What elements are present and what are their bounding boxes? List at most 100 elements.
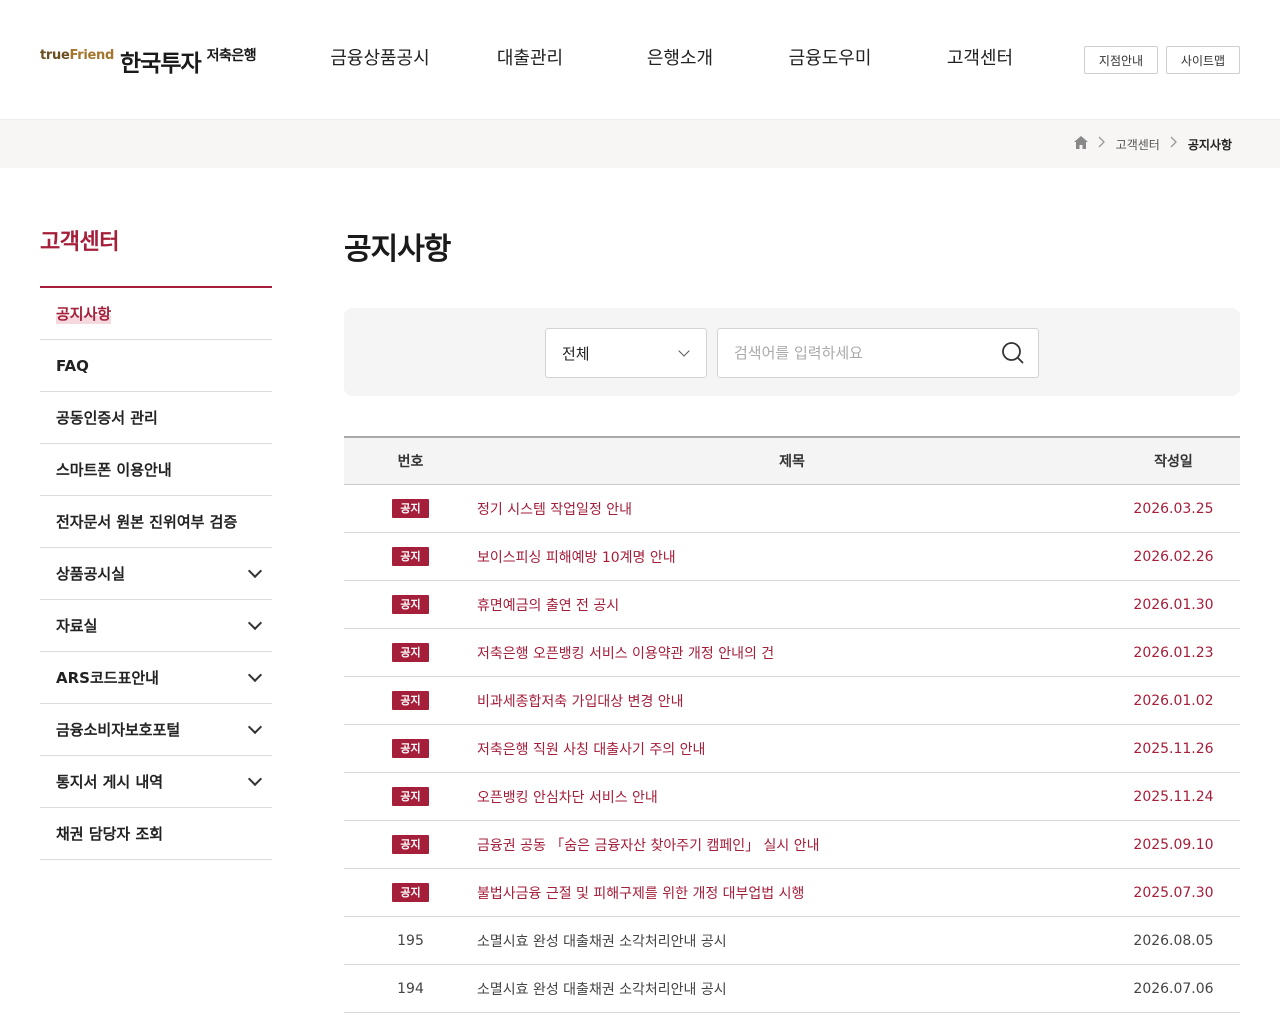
chevron-right-icon [1170,136,1178,152]
row-date: 2025.11.26 [1133,740,1214,757]
table-header: 번호 제목 작성일 [344,438,1240,485]
row-title-link[interactable]: 정기 시스템 작업일정 안내 [477,499,1107,519]
sidebar-item-label: 채권 담당자 조회 [56,825,164,843]
sidebar-item-product-disclosure[interactable]: 상품공시실 [40,548,272,600]
sidebar-menu: 공지사항 FAQ 공동인증서 관리 스마트폰 이용안내 전자문서 원본 진위여부… [40,286,272,860]
branch-info-button[interactable]: 지점안내 [1084,46,1158,74]
sidebar-item-label: 공지사항 [56,303,112,324]
sidebar-item-label: 공동인증서 관리 [56,409,158,427]
sidebar-item-smartphone[interactable]: 스마트폰 이용안내 [40,444,272,496]
sidebar-item-faq[interactable]: FAQ [40,340,272,392]
sidebar-item-consumer-protection[interactable]: 금융소비자보호포털 [40,704,272,756]
search-input[interactable] [717,328,1039,378]
notice-badge: 공지 [392,691,429,710]
row-title-link[interactable]: 보이스피싱 피해예방 10계명 안내 [477,547,1107,567]
sidebar-item-certificate[interactable]: 공동인증서 관리 [40,392,272,444]
chevron-down-icon [247,667,263,683]
row-num: 공지 [344,643,477,662]
row-num: 공지 [344,883,477,902]
notice-badge: 공지 [392,739,429,758]
row-title-link[interactable]: 불법사금융 근절 및 피해구제를 위한 개정 대부업법 시행 [477,883,1107,903]
breadcrumb-current: 공지사항 [1187,137,1232,152]
notice-badge: 공지 [392,835,429,854]
table-row[interactable]: 공지 불법사금융 근절 및 피해구제를 위한 개정 대부업법 시행 2025.07.… [344,869,1240,917]
notice-table: 번호 제목 작성일 공지 정기 시스템 작업일정 안내 2026.03.25 공지 보이… [344,436,1240,1013]
sidebar-item-label: 전자문서 원본 진위여부 검증 [56,513,238,531]
row-title-link[interactable]: 오픈뱅킹 안심차단 서비스 안내 [477,787,1107,807]
row-title-link[interactable]: 저축은행 직원 사칭 대출사기 주의 안내 [477,739,1107,759]
table-row[interactable]: 공지 오픈뱅킹 안심차단 서비스 안내 2025.11.24 [344,773,1240,821]
table-row[interactable]: 공지 저축은행 직원 사칭 대출사기 주의 안내 2025.11.26 [344,725,1240,773]
sidebar-item-notice-history[interactable]: 통지서 게시 내역 [40,756,272,808]
chevron-right-icon [1098,136,1106,152]
nav-financial-helper[interactable]: 금융도우미 [789,44,872,70]
table-row[interactable]: 공지 금융권 공동 「숨은 금융자산 찾아주기 캠페인」 실시 안내 2025.09… [344,821,1240,869]
sidebar-item-document-verify[interactable]: 전자문서 원본 진위여부 검증 [40,496,272,548]
sidebar-item-label: 상품공시실 [56,565,126,583]
search-panel: 전체 [344,308,1240,396]
row-title-link[interactable]: 휴면예금의 출연 전 공시 [477,595,1107,615]
nav-customer-center[interactable]: 고객센터 [947,44,1013,70]
sidebar-item-label: 금융소비자보호포털 [56,721,181,739]
table-row[interactable]: 공지 휴면예금의 출연 전 공시 2026.01.30 [344,581,1240,629]
page-title: 공지사항 [344,232,451,267]
row-date: 2025.07.30 [1133,884,1214,901]
table-row[interactable]: 194 소멸시효 완성 대출채권 소각처리안내 공시 2026.07.06 [344,965,1240,1013]
table-row[interactable]: 공지 정기 시스템 작업일정 안내 2026.03.25 [344,485,1240,533]
sidebar-item-ars-codes[interactable]: ARS코드표안내 [40,652,272,704]
row-num: 공지 [344,691,477,710]
table-row[interactable]: 공지 비과세종합저축 가입대상 변경 안내 2026.01.02 [344,677,1240,725]
sitemap-button[interactable]: 사이트맵 [1166,46,1240,74]
row-date: 2026.07.06 [1133,980,1214,997]
table-body: 공지 정기 시스템 작업일정 안내 2026.03.25 공지 보이스피싱 피해예방 1… [344,485,1240,1013]
header-title: 제목 [779,454,805,470]
row-date: 2025.11.24 [1133,788,1214,805]
row-date: 2026.01.02 [1133,692,1214,709]
header-date: 작성일 [1154,454,1193,470]
sidebar-item-notice[interactable]: 공지사항 [40,288,272,340]
breadcrumb-band: 고객센터 공지사항 [0,120,1280,168]
row-num: 공지 [344,547,477,566]
notice-badge: 공지 [392,547,429,566]
search-category-select[interactable]: 전체 [545,328,707,378]
notice-badge: 공지 [392,499,429,518]
table-row[interactable]: 공지 저축은행 오픈뱅킹 서비스 이용약관 개정 안내의 건 2026.01.23 [344,629,1240,677]
row-num: 공지 [344,595,477,614]
chevron-down-icon [247,615,263,631]
chevron-down-icon [247,563,263,579]
row-num: 194 [397,980,424,997]
row-num: 공지 [344,499,477,518]
table-row[interactable]: 공지 보이스피싱 피해예방 10계명 안내 2026.02.26 [344,533,1240,581]
nav-bank-intro[interactable]: 은행소개 [647,44,713,70]
notice-badge: 공지 [392,595,429,614]
sidebar-item-label: ARS코드표안내 [56,669,159,687]
breadcrumb-level1[interactable]: 고객센터 [1116,136,1160,153]
chevron-down-icon [678,345,690,357]
row-title-link[interactable]: 소멸시효 완성 대출채권 소각처리안내 공시 [477,931,1107,951]
select-value: 전체 [562,344,590,363]
table-row[interactable]: 195 소멸시효 완성 대출채권 소각처리안내 공시 2026.08.05 [344,917,1240,965]
header-num: 번호 [397,454,424,470]
row-num: 공지 [344,739,477,758]
sidebar-item-library[interactable]: 자료실 [40,600,272,652]
sidebar-title: 고객센터 [40,230,119,255]
notice-badge: 공지 [392,643,429,662]
row-date: 2026.01.30 [1133,596,1214,613]
search-icon[interactable] [1001,341,1025,365]
row-date: 2025.09.10 [1133,836,1214,853]
nav-financial-products[interactable]: 금융상품공시 [330,44,429,70]
row-title-link[interactable]: 소멸시효 완성 대출채권 소각처리안내 공시 [477,979,1107,999]
sidebar-item-label: 자료실 [56,617,98,635]
sidebar-item-bond-manager[interactable]: 채권 담당자 조회 [40,808,272,860]
home-icon[interactable] [1073,136,1088,152]
site-header: trueFriend 한국투자 저축은행 금융상품공시 대출관리 은행소개 금융… [0,0,1280,120]
notice-badge: 공지 [392,787,429,806]
row-num: 195 [397,932,424,949]
sidebar-item-label: FAQ [56,356,89,375]
chevron-down-icon [247,719,263,735]
row-title-link[interactable]: 금융권 공동 「숨은 금융자산 찾아주기 캠페인」 실시 안내 [477,835,1107,855]
row-title-link[interactable]: 저축은행 오픈뱅킹 서비스 이용약관 개정 안내의 건 [477,643,1107,663]
sidebar-item-label: 스마트폰 이용안내 [56,461,172,479]
row-title-link[interactable]: 비과세종합저축 가입대상 변경 안내 [477,691,1107,711]
nav-loan-management[interactable]: 대출관리 [497,44,563,70]
